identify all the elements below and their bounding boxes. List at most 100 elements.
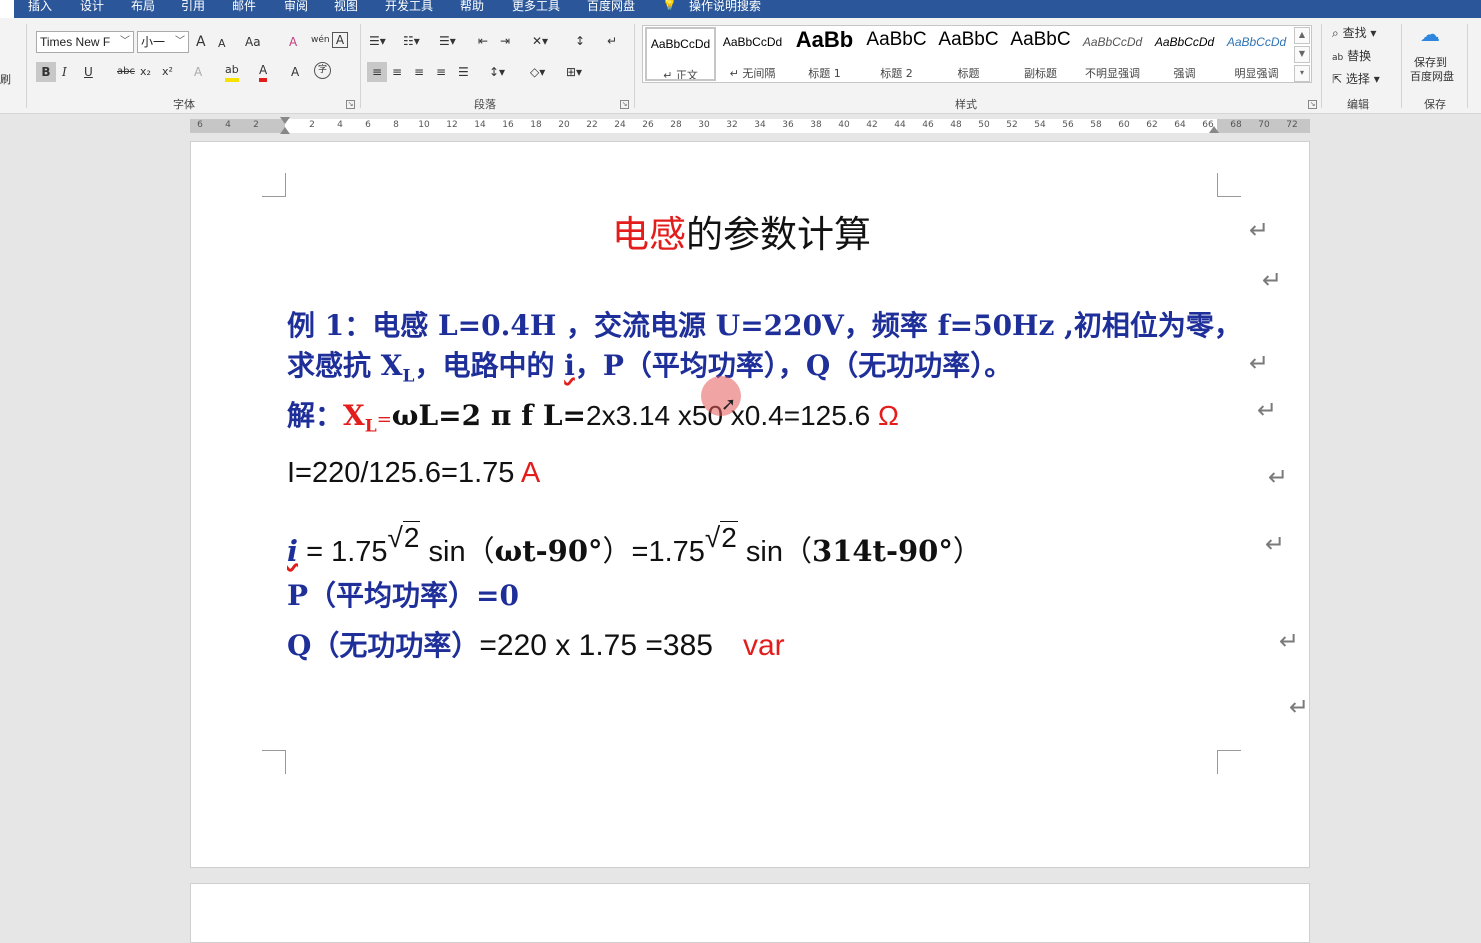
variable-i: i (564, 349, 575, 382)
document-page[interactable]: 电感的参数计算 例 1：电感 L=0.4H ，交流电源 U=220V，频率 f=… (190, 141, 1310, 868)
sort-icon[interactable]: ↕ (575, 31, 585, 51)
font-name-combo[interactable]: Times New F ﹀ (36, 31, 134, 53)
find-button[interactable]: ⌕ 查找 ▾ (1332, 23, 1376, 43)
tab-help[interactable]: 帮助 (460, 0, 484, 14)
gallery-scroll-down-icon[interactable]: ▼ (1294, 46, 1310, 63)
style-no-spacing[interactable]: AaBbCcDd ↵ 无间隔 (717, 27, 788, 81)
gallery-expand-icon[interactable]: ▾ (1294, 65, 1310, 82)
decrease-indent-icon[interactable]: ⇤ (478, 31, 488, 51)
group-divider (360, 24, 361, 108)
change-case-button[interactable]: Aa (245, 32, 261, 52)
numbering-icon[interactable]: ☷▾ (403, 31, 420, 51)
shrink-font-icon[interactable]: A (218, 34, 226, 54)
style-heading-1[interactable]: AaBb 标题 1 (789, 27, 860, 81)
font-color-icon[interactable]: A (259, 62, 268, 82)
margin-corner-mark (1217, 173, 1241, 197)
multilevel-list-icon[interactable]: ☰▾ (439, 31, 456, 51)
margin-corner-mark (1217, 750, 1241, 774)
style-title[interactable]: AaBbC 标题 (933, 27, 1004, 81)
style-normal[interactable]: AaBbCcDd ↵ 正文 (645, 27, 716, 81)
radical-sign: √ (387, 522, 403, 553)
ruler-number: 16 (502, 120, 514, 130)
equals-sign: = (376, 409, 392, 430)
tab-developer[interactable]: 开发工具 (385, 0, 433, 14)
superscript-button[interactable]: x² (162, 62, 173, 82)
save-baidu-line2[interactable]: 百度网盘 (1410, 70, 1454, 84)
grow-font-icon[interactable]: A (196, 32, 206, 52)
select-button[interactable]: ⇱ 选择 ▾ (1332, 69, 1380, 89)
bold-button[interactable]: B (36, 62, 56, 82)
highlight-icon[interactable]: ab (225, 62, 239, 82)
tab-layout[interactable]: 布局 (131, 0, 155, 14)
ruler-number: 20 (558, 120, 570, 130)
example-line-2: 求感抗 XL，电路中的 i，P（平均功率），Q（无功功率）。 (287, 344, 1012, 387)
styles-gallery: AaBbCcDd ↵ 正文 AaBbCcDd ↵ 无间隔 AaBb 标题 1 A… (642, 25, 1312, 83)
first-line-indent-marker[interactable] (280, 117, 290, 124)
style-heading-2[interactable]: AaBbC 标题 2 (861, 27, 932, 81)
strikethrough-button[interactable]: abc (117, 62, 135, 82)
ruler-number: 54 (1034, 120, 1046, 130)
phonetic-guide-icon[interactable]: wén (311, 30, 330, 50)
q-calc: =220 x 1.75 =385 (479, 629, 713, 662)
char-border-icon[interactable]: A (332, 32, 348, 48)
horizontal-ruler[interactable]: 6 4 2 2 4 6 8 10 12 14 16 18 20 22 24 26… (190, 117, 1310, 134)
shading-icon[interactable]: ◇▾ (530, 62, 545, 82)
tab-more-tools[interactable]: 更多工具 (512, 0, 560, 14)
clear-format-icon[interactable]: A (289, 32, 297, 52)
tab-design[interactable]: 设计 (80, 0, 104, 14)
right-indent-marker[interactable] (1209, 126, 1219, 133)
italic-button[interactable]: I (62, 62, 67, 82)
save-baidu-line1[interactable]: 保存到 (1414, 56, 1447, 70)
window-edge (0, 0, 14, 18)
style-subtitle[interactable]: AaBbC 副标题 (1005, 27, 1076, 81)
ruler-number: 36 (782, 120, 794, 130)
borders-icon[interactable]: ⊞▾ (566, 62, 582, 82)
document-title: 电感的参数计算 (612, 204, 871, 258)
tab-references[interactable]: 引用 (181, 0, 205, 14)
font-size-combo[interactable]: 小一 ﹀ (137, 31, 189, 53)
font-dialog-launcher-icon[interactable]: ↘ (346, 100, 355, 109)
distributed-button[interactable]: ☰ (458, 62, 469, 82)
chinese-layout-icon[interactable]: ✕▾ (532, 31, 548, 51)
gallery-scroll-up-icon[interactable]: ▲ (1294, 27, 1310, 44)
styles-dialog-launcher-icon[interactable]: ↘ (1308, 100, 1317, 109)
xl-symbol: X (343, 399, 365, 432)
justify-button[interactable]: ≡ (436, 62, 446, 82)
replace-button[interactable]: ab 替换 (1332, 46, 1371, 68)
tab-mailings[interactable]: 邮件 (232, 0, 256, 14)
tell-me-search[interactable]: 操作说明搜索 (689, 0, 761, 14)
hanging-indent-marker[interactable] (280, 127, 290, 134)
show-marks-icon[interactable]: ↵ (607, 31, 617, 51)
format-painter-label[interactable]: 刷 (0, 70, 11, 90)
baidu-cloud-icon[interactable]: ☁ (1420, 24, 1440, 44)
style-emphasis[interactable]: AaBbCcDd 强调 (1149, 27, 1220, 81)
char-shading-icon[interactable]: A (291, 62, 299, 82)
tab-review[interactable]: 审阅 (284, 0, 308, 14)
align-left-button[interactable]: ≡ (367, 62, 387, 82)
next-document-page[interactable] (190, 883, 1310, 943)
text-run: ） (952, 536, 982, 568)
tab-baidu-netdisk[interactable]: 百度网盘 (587, 0, 635, 14)
paragraph-mark-icon: ↵ (1262, 266, 1283, 294)
subscript-button[interactable]: x₂ (140, 62, 151, 82)
save-group-label: 保存 (1424, 98, 1446, 111)
tab-insert[interactable]: 插入 (28, 0, 52, 14)
enclose-char-icon[interactable]: 字 (314, 62, 331, 79)
find-label: 查找 (1342, 26, 1367, 40)
bullets-icon[interactable]: ☰▾ (369, 31, 386, 51)
text-run: sin（ (420, 536, 495, 568)
variable-i: i (287, 534, 299, 568)
ruler-number: 4 (337, 120, 343, 130)
reactive-power-line: Q（无功功率）=220 x 1.75 =385 var (287, 624, 785, 664)
align-center-button[interactable]: ≡ (392, 62, 402, 82)
increase-indent-icon[interactable]: ⇥ (500, 31, 510, 51)
style-subtle-emphasis[interactable]: AaBbCcDd 不明显强调 (1077, 27, 1148, 81)
tab-view[interactable]: 视图 (334, 0, 358, 14)
style-intense-emphasis[interactable]: AaBbCcDd 明显强调 (1221, 27, 1292, 81)
paragraph-dialog-launcher-icon[interactable]: ↘ (620, 100, 629, 109)
text-effects-icon[interactable]: A (194, 62, 202, 82)
underline-button[interactable]: U (84, 62, 93, 82)
line-spacing-icon[interactable]: ↕▾ (489, 62, 505, 82)
solution-label: 解： (287, 399, 344, 432)
align-right-button[interactable]: ≡ (414, 62, 424, 82)
